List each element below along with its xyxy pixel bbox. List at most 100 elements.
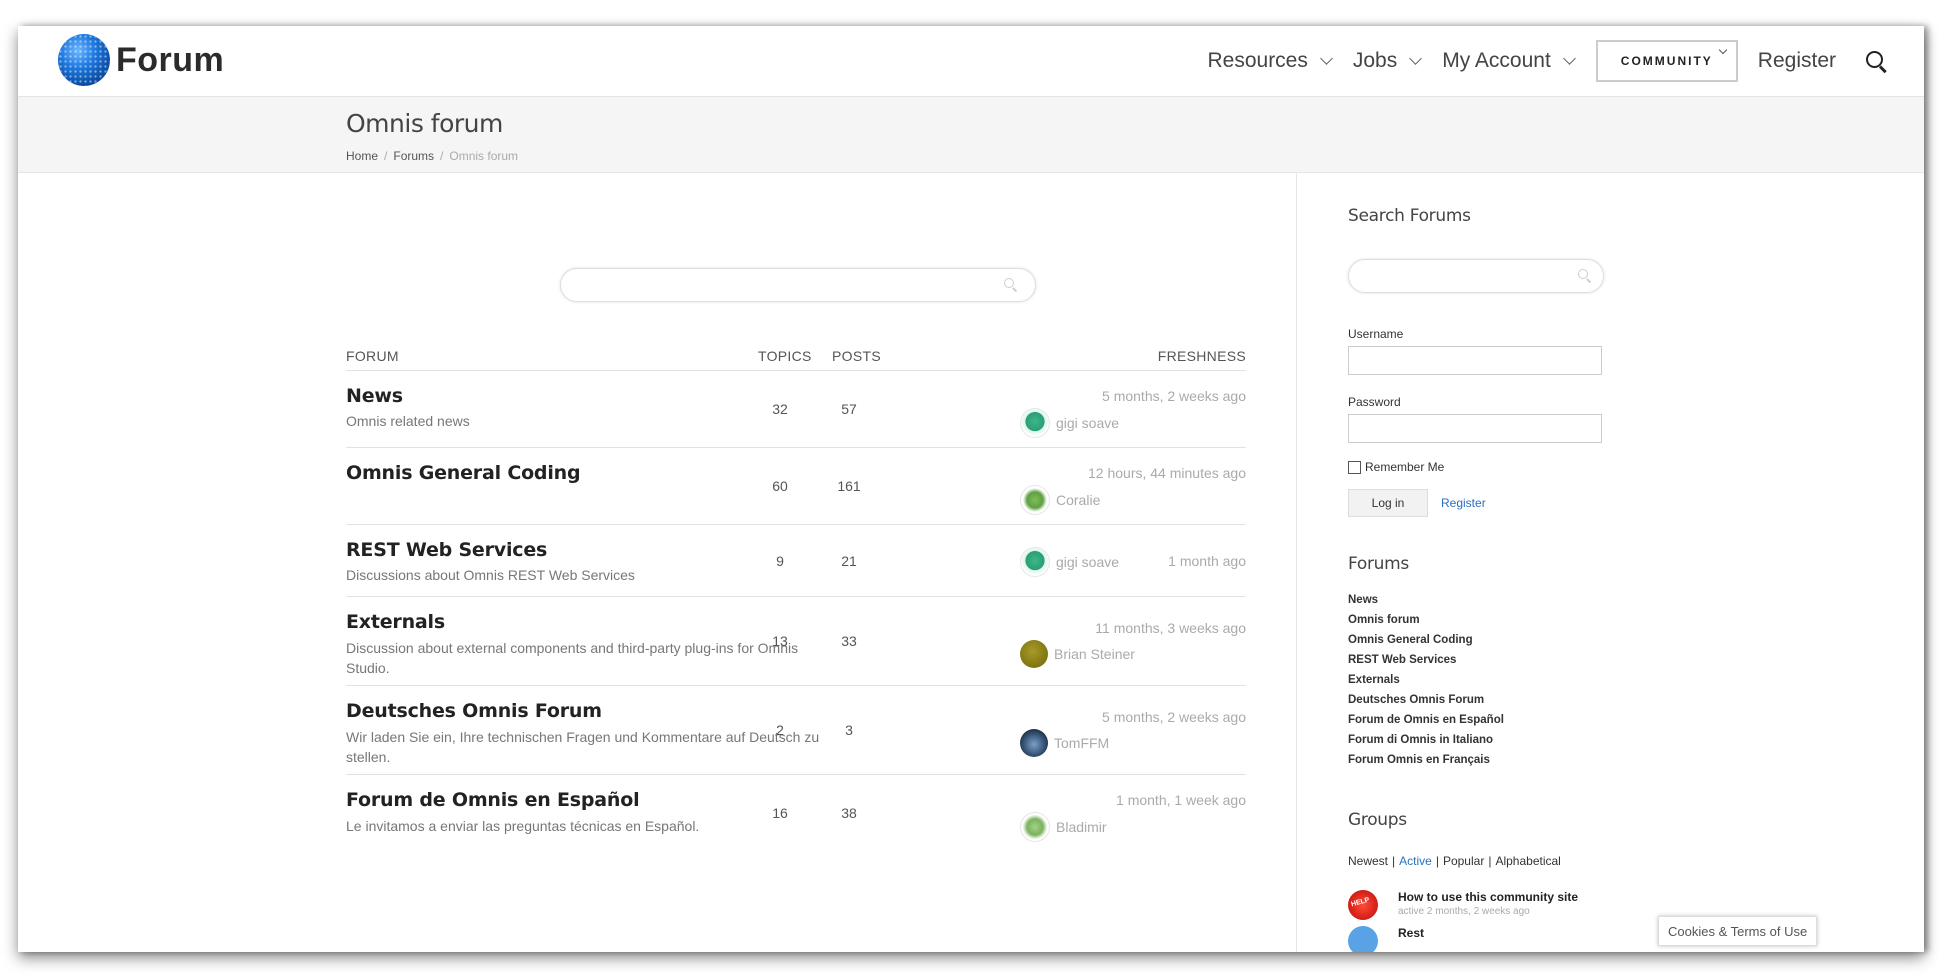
forum-list: News Omnis forum Omnis General Coding RE… [1348, 590, 1504, 770]
forum-title-link[interactable]: Forum de Omnis en Español [346, 789, 640, 811]
username-label: Username [1348, 327, 1404, 341]
group-item[interactable]: Rest [1348, 926, 1424, 952]
topics-count: 16 [772, 805, 788, 821]
avatar [1020, 729, 1048, 757]
author-link[interactable]: Coralie [1020, 485, 1100, 515]
group-filter: Newest | Active | Popular | Alphabetical [1348, 854, 1561, 868]
freshness-link[interactable]: 5 months, 2 weeks ago [1102, 709, 1246, 725]
forum-title-link[interactable]: News [346, 385, 403, 407]
freshness-link[interactable]: 12 hours, 44 minutes ago [1088, 465, 1246, 481]
nav-my-account[interactable]: My Account [1442, 49, 1582, 73]
forum-title-link[interactable]: Externals [346, 611, 445, 633]
cookies-terms-button[interactable]: Cookies & Terms of Use [1658, 916, 1818, 946]
search-forums-heading: Search Forums [1348, 206, 1471, 226]
topics-count: 9 [776, 553, 784, 569]
chevron-down-icon [1562, 51, 1576, 65]
author-name: Bladimir [1056, 819, 1107, 835]
group-meta: active 2 months, 2 weeks ago [1398, 906, 1530, 917]
globe-logo-icon [58, 34, 110, 86]
group-name[interactable]: How to use this community site [1398, 890, 1578, 904]
posts-count: 33 [841, 633, 857, 649]
search-icon[interactable] [1004, 278, 1018, 292]
nav-resources[interactable]: Resources [1207, 49, 1338, 73]
author-link[interactable]: gigi soave [1020, 547, 1119, 577]
community-label: COMMUNITY [1620, 54, 1713, 68]
freshness-link[interactable]: 11 months, 3 weeks ago [1095, 620, 1246, 636]
avatar [1020, 640, 1048, 668]
remember-me-label: Remember Me [1365, 460, 1445, 474]
forum-list-item[interactable]: REST Web Services [1348, 650, 1504, 670]
sidebar-register-link[interactable]: Register [1441, 496, 1486, 510]
author-name: gigi soave [1056, 415, 1120, 431]
filter-alphabetical[interactable]: Alphabetical [1495, 854, 1560, 868]
chevron-down-icon [1320, 51, 1333, 65]
filter-active[interactable]: Active [1399, 854, 1432, 868]
freshness-link[interactable]: 5 months, 2 weeks ago [1102, 388, 1246, 404]
col-posts: POSTS [832, 348, 881, 364]
forum-list-item[interactable]: Omnis forum [1348, 610, 1504, 630]
author-link[interactable]: gigi soave [1020, 408, 1119, 438]
search-icon[interactable] [1866, 51, 1887, 74]
forum-list-item[interactable]: Externals [1348, 670, 1504, 690]
forum-search-input[interactable] [560, 268, 1036, 302]
forums-heading: Forums [1348, 554, 1409, 574]
forum-title-link[interactable]: Omnis General Coding [346, 462, 581, 484]
forum-list-item[interactable]: News [1348, 590, 1504, 610]
author-link[interactable]: Brian Steiner [1020, 640, 1135, 668]
author-link[interactable]: Bladimir [1020, 812, 1107, 842]
forum-table: FORUM TOPICS POSTS FRESHNESS News Omnis … [346, 342, 1246, 863]
chevron-down-icon [1718, 45, 1728, 55]
community-button[interactable]: COMMUNITY [1595, 40, 1738, 82]
filter-popular[interactable]: Popular [1443, 854, 1484, 868]
freshness-link[interactable]: 1 month, 1 week ago [1116, 792, 1246, 808]
avatar [1020, 408, 1050, 438]
forum-list-item[interactable]: Deutsches Omnis Forum [1348, 690, 1504, 710]
filter-newest[interactable]: Newest [1348, 854, 1388, 868]
password-label: Password [1348, 395, 1401, 409]
col-topics: TOPICS [758, 348, 812, 364]
forum-list-item[interactable]: Forum Omnis en Français [1348, 750, 1504, 770]
page: Forum Resources Jobs My Account COMMUNIT… [18, 26, 1924, 952]
forum-title-link[interactable]: REST Web Services [346, 539, 547, 561]
groups-heading: Groups [1348, 810, 1407, 830]
breadcrumb-home[interactable]: Home [346, 149, 378, 163]
forum-list-item[interactable]: Forum di Omnis in Italiano [1348, 730, 1504, 750]
topics-count: 60 [772, 478, 788, 494]
posts-count: 38 [841, 805, 857, 821]
nav-register-link[interactable]: Register [1758, 49, 1836, 73]
freshness-link[interactable]: 1 month ago [1168, 553, 1246, 569]
nav-resources-label: Resources [1207, 49, 1308, 72]
forum-title-link[interactable]: Deutsches Omnis Forum [346, 700, 602, 722]
site-header: Forum Resources Jobs My Account COMMUNIT… [18, 26, 1924, 97]
breadcrumb-current: Omnis forum [449, 149, 519, 163]
password-field[interactable] [1348, 414, 1602, 443]
search-icon[interactable] [1578, 269, 1592, 283]
title-bar: Omnis forum Home / Forums / Omnis forum [18, 97, 1924, 173]
nav-my-account-label: My Account [1442, 49, 1551, 72]
topics-count: 13 [772, 633, 788, 649]
breadcrumb-forums[interactable]: Forums [393, 149, 434, 163]
page-title: Omnis forum [346, 109, 503, 138]
logo[interactable]: Forum [58, 34, 224, 86]
group-name[interactable]: Rest [1398, 926, 1424, 940]
login-button[interactable]: Log in [1348, 489, 1428, 517]
forum-list-item[interactable]: Omnis General Coding [1348, 630, 1504, 650]
author-link[interactable]: TomFFM [1020, 729, 1109, 757]
posts-count: 21 [841, 553, 857, 569]
remember-me-checkbox[interactable] [1348, 460, 1361, 474]
sidebar-search-input[interactable] [1348, 259, 1604, 293]
username-field[interactable] [1348, 346, 1602, 375]
topics-count: 32 [772, 401, 788, 417]
avatar [1020, 547, 1050, 577]
forum-list-item[interactable]: Forum de Omnis en Español [1348, 710, 1504, 730]
remember-me[interactable]: Remember Me [1348, 460, 1444, 474]
table-row: REST Web Services Discussions about Omni… [346, 525, 1246, 597]
table-row: Forum de Omnis en Español Le invitamos a… [346, 775, 1246, 863]
posts-count: 3 [845, 722, 853, 738]
table-header: FORUM TOPICS POSTS FRESHNESS [346, 342, 1246, 371]
nav-jobs[interactable]: Jobs [1353, 49, 1428, 73]
author-name: gigi soave [1056, 554, 1120, 570]
help-badge-text: HELP [1350, 896, 1371, 909]
posts-count: 57 [841, 401, 857, 417]
group-item[interactable]: HELP How to use this community site acti… [1348, 890, 1578, 920]
